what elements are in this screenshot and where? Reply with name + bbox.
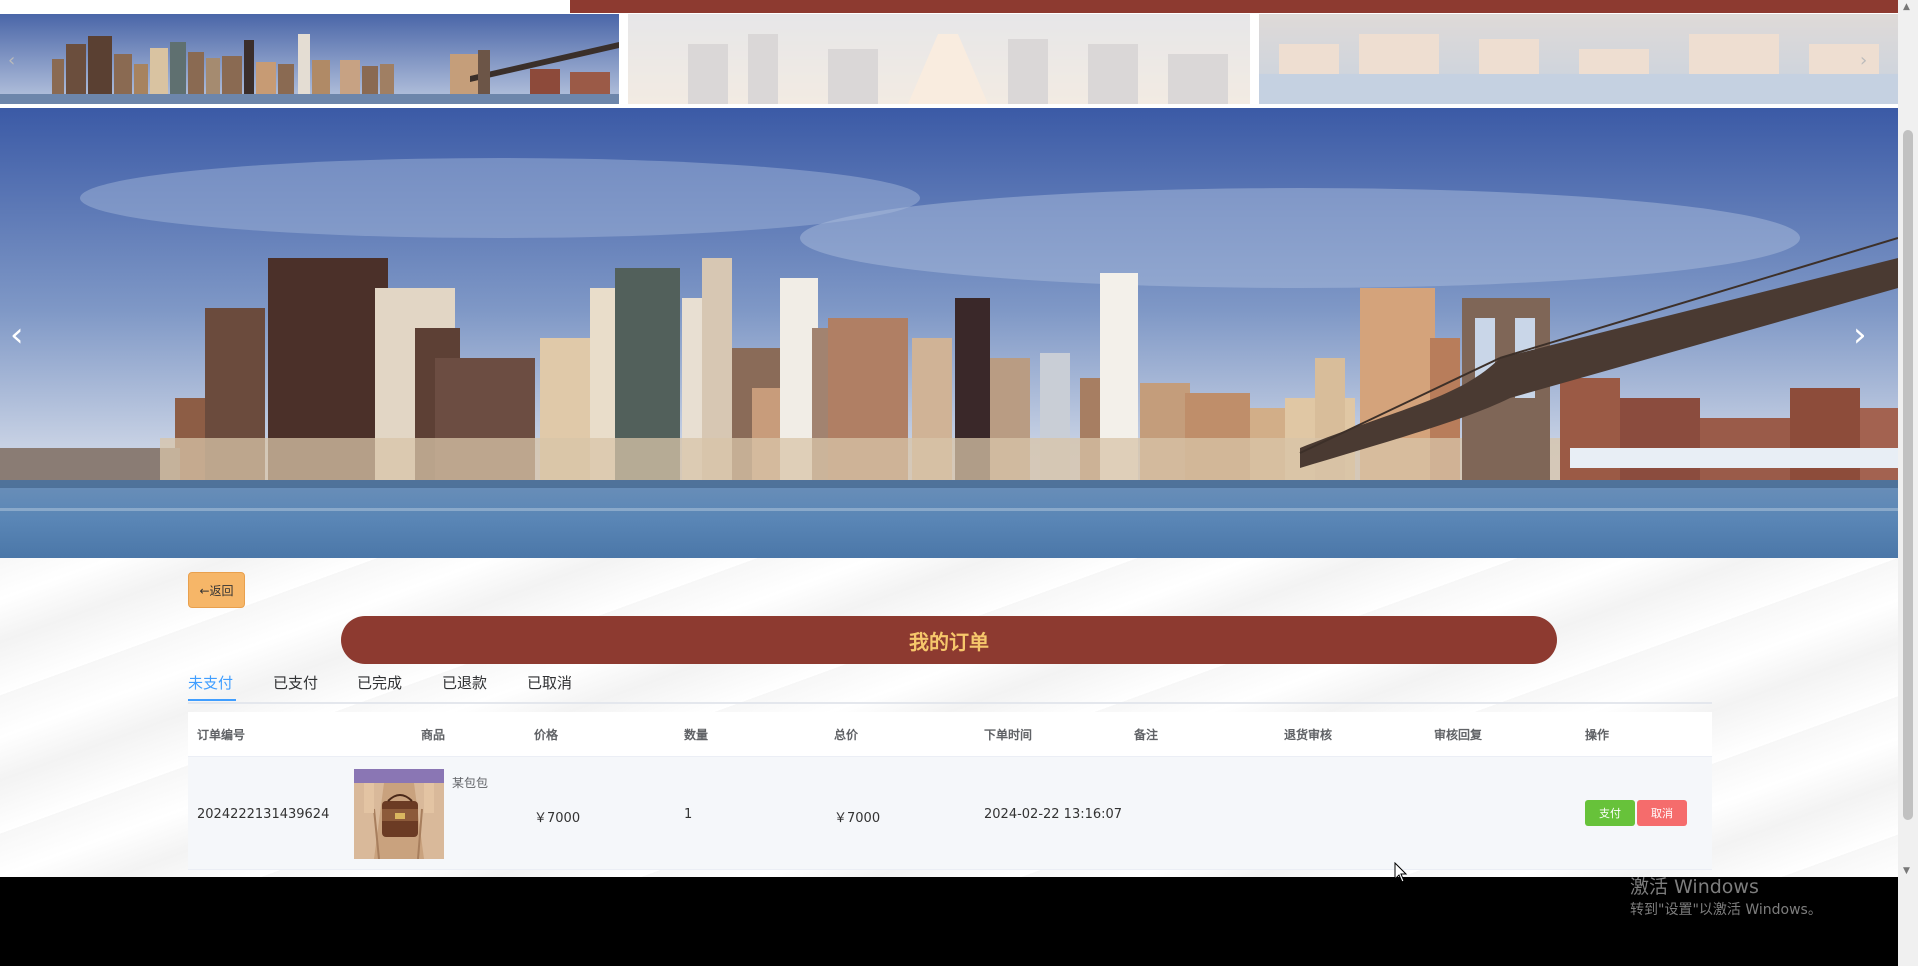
order-number: 2024222131439624	[197, 807, 330, 822]
thumb-prev-arrow[interactable]: ‹	[8, 50, 15, 71]
column-header: 总价	[834, 728, 859, 742]
back-button[interactable]: ←返回	[188, 572, 245, 608]
pay-button[interactable]: 支付	[1585, 800, 1635, 826]
column-header: 退货审核	[1284, 728, 1333, 742]
thumbnail-2[interactable]	[628, 14, 1250, 104]
tab-completed[interactable]: 已完成	[357, 672, 402, 693]
column-header: 商品	[421, 728, 446, 742]
scroll-up-icon[interactable]: ▲	[1903, 2, 1910, 12]
order-time: 2024-02-22 13:16:07	[984, 807, 1123, 822]
order-status-tabs: 未支付 已支付 已完成 已退款 已取消	[188, 666, 1712, 704]
table-header: 订单编号 商品 价格 数量 总价 下单时间 备注 退货审核 审核回复 操作	[188, 712, 1712, 757]
quantity: 1	[684, 807, 693, 822]
column-header: 备注	[1134, 728, 1159, 742]
windows-activation-title: 激活 Windows	[1630, 876, 1759, 898]
scroll-thumb[interactable]	[1903, 130, 1913, 820]
page-title: 我的订单	[909, 629, 989, 654]
column-header: 价格	[534, 728, 559, 742]
column-header: 数量	[684, 728, 709, 742]
thumbnail-1[interactable]	[0, 14, 619, 104]
tab-paid[interactable]: 已支付	[273, 672, 318, 693]
column-header: 审核回复	[1434, 728, 1483, 742]
price: ￥7000	[534, 811, 581, 826]
vertical-scrollbar[interactable]: ▲ ▼	[1898, 0, 1918, 966]
column-header: 订单编号	[197, 728, 246, 742]
product-image[interactable]	[354, 769, 444, 859]
product-name[interactable]: 某包包	[452, 774, 488, 791]
mouse-cursor-icon	[1394, 862, 1408, 883]
page-title-bar: 我的订单	[341, 616, 1557, 664]
total-price: ￥7000	[834, 811, 881, 826]
hero-banner: ‹ ›	[0, 108, 1898, 558]
active-tab-indicator	[188, 699, 236, 701]
cancel-order-button[interactable]: 取消	[1637, 800, 1687, 826]
column-header: 操作	[1585, 728, 1610, 742]
windows-activation-subtitle: 转到"设置"以激活 Windows。	[1630, 902, 1822, 918]
column-header: 下单时间	[984, 728, 1033, 742]
tab-unpaid[interactable]: 未支付	[188, 672, 233, 693]
tab-cancelled[interactable]: 已取消	[527, 672, 572, 693]
top-nav-bar	[570, 0, 1898, 13]
hero-prev-arrow[interactable]: ‹	[10, 318, 24, 352]
table-row: 2024222131439624 某包包 ￥7000 1 ￥7000 2024-…	[188, 757, 1712, 870]
thumbnail-carousel: ‹ ›	[0, 14, 1898, 104]
page: ‹ › ‹ › ←返回 我的订单 未支付 已支付 已完成 已退款 已取消 订单编…	[0, 0, 1898, 877]
thumbnail-3[interactable]	[1259, 14, 1898, 104]
thumb-next-arrow[interactable]: ›	[1860, 50, 1867, 71]
tab-refunded[interactable]: 已退款	[442, 672, 487, 693]
hero-next-arrow[interactable]: ›	[1853, 318, 1867, 352]
scroll-down-icon[interactable]: ▼	[1903, 866, 1910, 876]
orders-table: 订单编号 商品 价格 数量 总价 下单时间 备注 退货审核 审核回复 操作 20…	[188, 712, 1712, 870]
